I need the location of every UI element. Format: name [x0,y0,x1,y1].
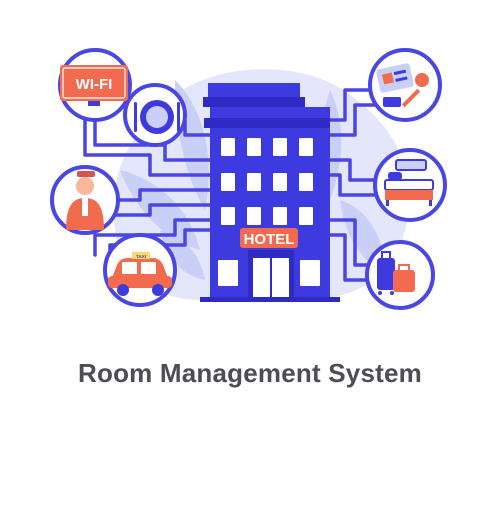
wifi-icon: WI-FI [60,65,128,106]
hotel-illustration: WI-FI TAXI HOTEL [0,0,500,500]
wifi-sign-text: WI-FI [76,76,113,93]
taxi-sign-text: TAXI [136,254,146,259]
hotel-illustration-svg: WI-FI TAXI HOTEL [50,48,447,310]
hotel-sign-text: HOTEL [244,231,295,248]
page-title: Room Management System [78,358,422,388]
hotel-building: HOTEL [200,83,340,302]
